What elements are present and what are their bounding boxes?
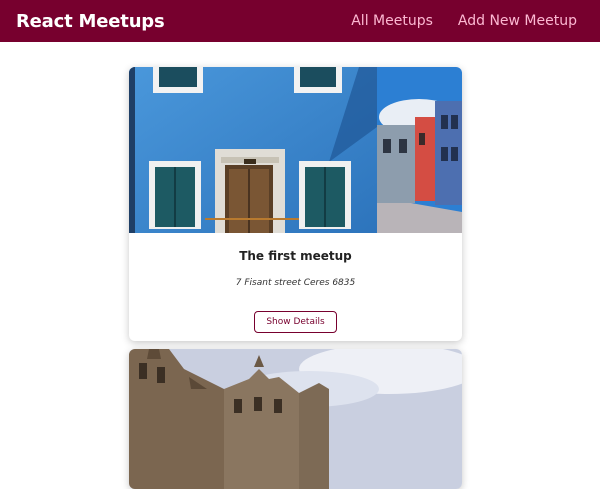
- meetup-title: The first meetup: [239, 249, 352, 263]
- meetup-image: [129, 67, 462, 233]
- nav-link-add-new-meetup[interactable]: Add New Meetup: [458, 13, 577, 29]
- meetup-actions: Show Details: [129, 309, 462, 333]
- meetup-content: The first meetup 7 Fisant street Ceres 6…: [129, 233, 462, 288]
- nav-link-all-meetups[interactable]: All Meetups: [351, 13, 433, 29]
- main-nav: All Meetups Add New Meetup: [351, 13, 577, 29]
- meetup-card: The first meetup 7 Fisant street Ceres 6…: [129, 67, 462, 341]
- meetup-address: 7 Fisant street Ceres 6835: [235, 278, 356, 288]
- app-logo[interactable]: React Meetups: [16, 11, 165, 32]
- app-header: React Meetups All Meetups Add New Meetup: [0, 0, 600, 42]
- show-details-button[interactable]: Show Details: [254, 311, 337, 333]
- meetup-card: [129, 349, 462, 489]
- meetup-image: [129, 349, 462, 489]
